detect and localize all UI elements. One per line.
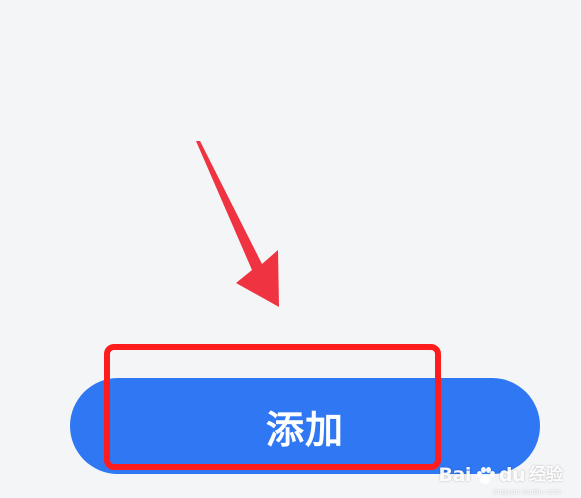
app-screen: 添加 Bai du 经验 jingyan.baidu.com: [0, 0, 581, 498]
add-button-label: 添加: [265, 407, 344, 452]
add-button[interactable]: 添加: [70, 378, 540, 474]
watermark-cn: 经验: [529, 465, 563, 485]
watermark-url: jingyan.baidu.com: [493, 488, 561, 496]
